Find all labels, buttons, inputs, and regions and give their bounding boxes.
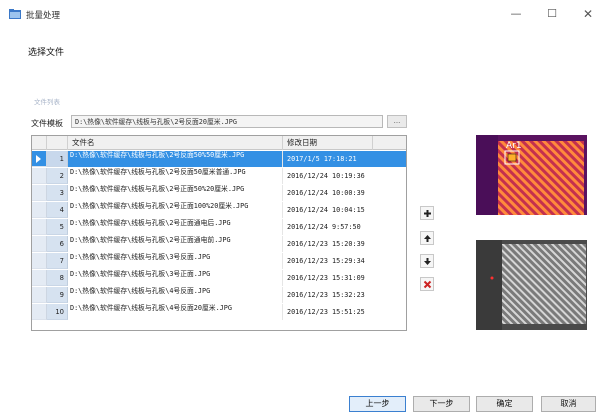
row-selector[interactable] (32, 270, 47, 286)
row-selector[interactable] (32, 236, 47, 252)
row-filename[interactable]: D:\热像\软件缓存\线板与孔板\2号正面通电后.JPG (68, 219, 283, 235)
row-modified-date: 2016/12/23 15:51:25 (287, 308, 365, 316)
ok-button[interactable]: 确定 (476, 396, 533, 412)
previous-step-button[interactable]: 上一步 (349, 396, 406, 412)
table-row[interactable]: 7 D:\热像\软件缓存\线板与孔板\3号反面.JPG 2016/12/23 15:… (32, 253, 406, 269)
row-filename[interactable]: D:\热像\软件缓存\线板与孔板\2号反面50厘米普通.JPG (68, 168, 283, 184)
next-step-button[interactable]: 下一步 (413, 396, 470, 412)
row-selector[interactable] (32, 185, 47, 201)
arrow-up-icon (424, 235, 431, 242)
row-selector[interactable] (32, 202, 47, 218)
file-grid[interactable]: 文件名 修改日期 1 D:\热像\软件缓存\线板与孔板\2号反面50%50厘米.J… (31, 135, 407, 331)
row-filename[interactable]: D:\热像\软件缓存\线板与孔板\2号正面50%20厘米.JPG (68, 185, 283, 201)
delete-row-button[interactable] (420, 277, 434, 291)
header-index-cell (47, 136, 68, 150)
row-filename[interactable]: D:\热像\软件缓存\线板与孔板\2号反面50%50厘米.JPG (68, 151, 283, 167)
row-modified-date: 2017/1/5 17:18:21 (283, 151, 406, 167)
title-bar: 批量处理 — ☐ ✕ (0, 0, 603, 28)
delete-icon (423, 280, 432, 289)
row-filename[interactable]: D:\热像\软件缓存\线板与孔板\2号正面100%20厘米.JPG (68, 202, 283, 218)
row-filename[interactable]: D:\热像\软件缓存\线板与孔板\4号反面20厘米.JPG (68, 304, 283, 320)
table-row[interactable]: 10 D:\热像\软件缓存\线板与孔板\4号反面20厘米.JPG 2016/12/2… (32, 304, 406, 320)
browse-button[interactable]: ... (387, 115, 407, 128)
row-index: 2 (47, 168, 68, 184)
table-row[interactable]: 8 D:\热像\软件缓存\线板与孔板\3号正面.JPG 2016/12/23 15:… (32, 270, 406, 286)
row-selector[interactable] (32, 287, 47, 303)
row-index: 5 (47, 219, 68, 235)
row-filename[interactable]: D:\热像\软件缓存\线板与孔板\4号反面.JPG (68, 287, 283, 303)
row-index: 10 (47, 304, 68, 320)
add-icon (424, 210, 431, 217)
template-label: 文件模板 (31, 119, 63, 128)
header-modified-date[interactable]: 修改日期 (283, 136, 373, 150)
add-row-button[interactable] (420, 206, 434, 220)
row-selector[interactable] (32, 253, 47, 269)
grid-header: 文件名 修改日期 (32, 136, 406, 150)
row-index: 7 (47, 253, 68, 269)
maximize-button[interactable]: ☐ (544, 6, 560, 22)
row-index: 6 (47, 236, 68, 252)
current-row-arrow-icon (36, 155, 41, 163)
header-selector-cell (32, 136, 47, 150)
row-selector[interactable] (32, 168, 47, 184)
arrow-down-icon (424, 258, 431, 265)
row-filename[interactable]: D:\热像\软件缓存\线板与孔板\3号反面.JPG (68, 253, 283, 269)
table-row[interactable]: 3 D:\热像\软件缓存\线板与孔板\2号正面50%20厘米.JPG 2016/12… (32, 185, 406, 201)
table-row[interactable]: 1 D:\热像\软件缓存\线板与孔板\2号反面50%50厘米.JPG 2017/1/… (32, 151, 406, 167)
page-heading: 选择文件 (28, 48, 65, 58)
table-row[interactable]: 6 D:\热像\软件缓存\线板与孔板\2号正面通电前.JPG 2016/12/23 … (32, 236, 406, 252)
row-modified-date: 2016/12/23 15:31:09 (287, 274, 365, 282)
row-selector[interactable] (32, 304, 47, 320)
visible-image (476, 240, 587, 330)
table-row[interactable]: 4 D:\热像\软件缓存\线板与孔板\2号正面100%20厘米.JPG 2016/1… (32, 202, 406, 218)
row-index: 1 (47, 151, 68, 167)
row-index: 8 (47, 270, 68, 286)
visible-preview (476, 240, 587, 330)
row-filename[interactable]: D:\热像\软件缓存\线板与孔板\2号正面通电前.JPG (68, 236, 283, 252)
minimize-button[interactable]: — (508, 6, 524, 22)
row-modified-date: 2016/12/23 15:32:23 (287, 291, 365, 299)
close-button[interactable]: ✕ (580, 6, 596, 22)
cancel-button[interactable]: 取消 (541, 396, 596, 412)
row-index: 9 (47, 287, 68, 303)
row-modified-date: 2016/12/24 10:00:39 (287, 189, 365, 197)
row-modified-date: 2016/12/24 9:57:50 (287, 223, 361, 231)
template-path-input[interactable]: D:\热像\软件缓存\线板与孔板\2号反面20厘米.JPG (71, 115, 383, 128)
row-index: 3 (47, 185, 68, 201)
header-filename[interactable]: 文件名 (68, 136, 283, 150)
row-selector[interactable] (32, 151, 47, 167)
row-modified-date: 2016/12/23 15:29:34 (287, 257, 365, 265)
row-index: 4 (47, 202, 68, 218)
table-row[interactable]: 9 D:\热像\软件缓存\线板与孔板\4号反面.JPG 2016/12/23 15:… (32, 287, 406, 303)
row-modified-date: 2016/12/24 10:19:36 (287, 172, 365, 180)
file-list-group-label: 文件列表 (34, 98, 60, 106)
move-down-button[interactable] (420, 254, 434, 268)
roi-label: Ar1 (506, 141, 522, 151)
row-modified-date: 2016/12/24 10:04:15 (287, 206, 365, 214)
row-modified-date: 2016/12/23 15:20:39 (287, 240, 365, 248)
thermal-image: Ar1 (476, 135, 587, 215)
table-row[interactable]: 2 D:\热像\软件缓存\线板与孔板\2号反面50厘米普通.JPG 2016/12/… (32, 168, 406, 184)
move-up-button[interactable] (420, 231, 434, 245)
table-row[interactable]: 5 D:\热像\软件缓存\线板与孔板\2号正面通电后.JPG 2016/12/24 … (32, 219, 406, 235)
window-title: 批量处理 (26, 11, 61, 21)
thermal-preview: Ar1 (476, 135, 587, 215)
row-filename[interactable]: D:\热像\软件缓存\线板与孔板\3号正面.JPG (68, 270, 283, 286)
app-icon (9, 9, 21, 19)
row-selector[interactable] (32, 219, 47, 235)
